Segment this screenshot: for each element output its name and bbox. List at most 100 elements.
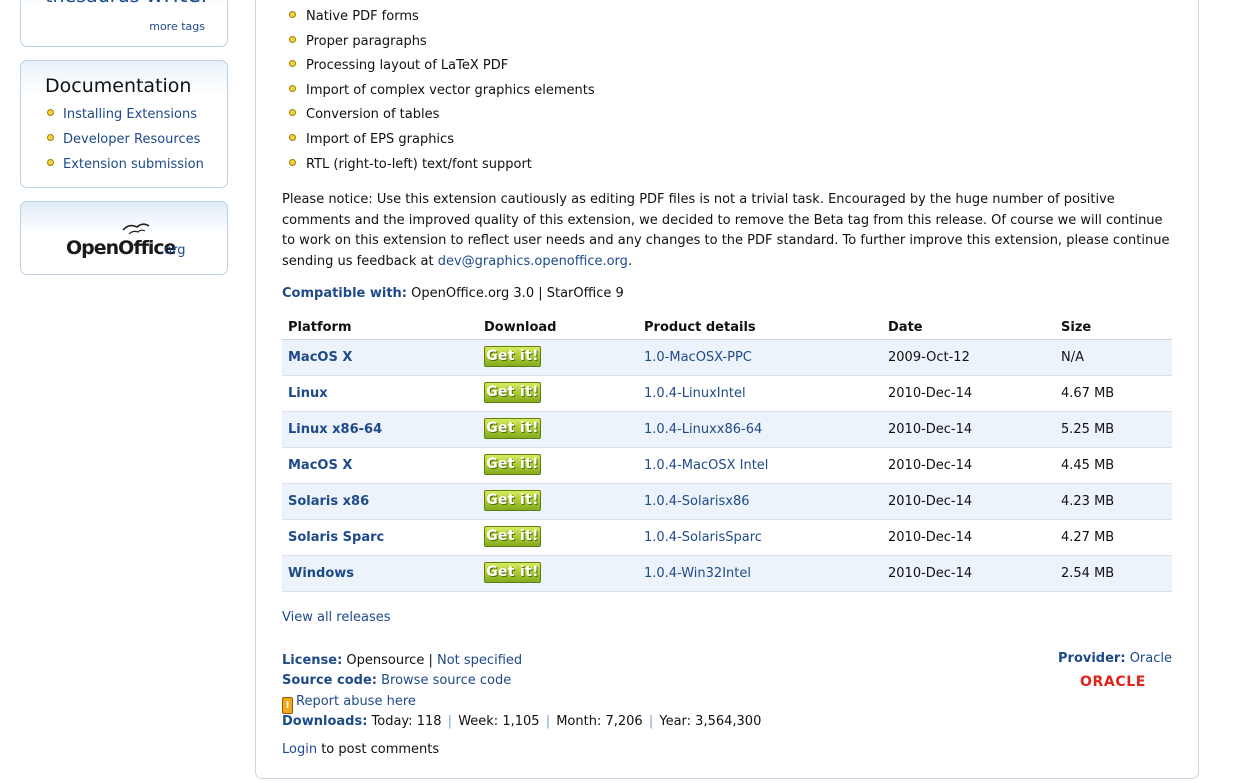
download-cell: Get it!: [478, 411, 638, 448]
get-it-button[interactable]: Get it!: [484, 381, 541, 403]
size-cell: 4.27 MB: [1055, 519, 1172, 556]
size-cell: 4.45 MB: [1055, 447, 1172, 484]
license-row: License: Opensource | Not specified: [282, 651, 761, 671]
developer-resources-link[interactable]: Developer Resources: [63, 132, 200, 147]
download-cell: Get it!: [478, 555, 638, 592]
login-link[interactable]: Login: [282, 742, 317, 757]
openoffice-logo-box[interactable]: OpenOffice .org: [20, 201, 228, 275]
doc-item-developer-resources: Developer Resources: [47, 130, 204, 155]
feature-item: Import of EPS graphics: [289, 130, 595, 155]
product-details-link[interactable]: 1.0.4-Solarisx86: [644, 494, 750, 509]
header-product-details: Product details: [638, 316, 882, 340]
bullet-icon: [289, 133, 296, 141]
download-cell: Get it!: [478, 519, 638, 556]
bullet-icon: [289, 109, 296, 117]
logo-suffix-text: .org: [160, 243, 185, 258]
source-label: Source code:: [282, 673, 377, 689]
platform-cell: MacOS X: [282, 339, 478, 376]
source-row: Source code: Browse source code: [282, 671, 761, 691]
bullet-icon: [289, 11, 296, 18]
date-cell: 2009-Oct-12: [882, 339, 1055, 376]
feature-item: Conversion of tables: [289, 105, 595, 130]
bullet-icon: [289, 35, 296, 43]
get-it-button[interactable]: Get it!: [484, 489, 541, 511]
openoffice-logo[interactable]: OpenOffice .org: [65, 220, 189, 264]
doc-item-extension-submission: Extension submission: [47, 155, 204, 180]
get-it-button[interactable]: Get it!: [484, 525, 541, 547]
compatible-label: Compatible with:: [282, 286, 408, 301]
tag-cloud: thesaurus writer: [45, 0, 210, 8]
feature-text: Proper paragraphs: [306, 33, 427, 49]
table-row: Linux Get it! 1.0.4-LinuxIntel 2010-Dec-…: [282, 375, 1172, 412]
table-row: MacOS X Get it! 1.0.4-MacOSX Intel 2010-…: [282, 447, 1172, 484]
bullet-icon: [47, 109, 54, 116]
notice-text: Please notice: Use this extension cautio…: [282, 192, 1170, 269]
tag-writer[interactable]: writer: [146, 0, 210, 8]
date-cell: 2010-Dec-14: [882, 483, 1055, 520]
product-details-link[interactable]: 1.0.4-Win32Intel: [644, 566, 751, 581]
license-not-specified-link[interactable]: Not specified: [437, 653, 522, 668]
table-row: Windows Get it! 1.0.4-Win32Intel 2010-De…: [282, 555, 1172, 592]
feature-item: Import of complex vector graphics elemen…: [289, 81, 595, 106]
date-cell: 2010-Dec-14: [882, 555, 1055, 592]
provider-oracle-link[interactable]: Oracle: [1130, 651, 1172, 666]
oracle-logo[interactable]: ORACLE: [1080, 674, 1146, 690]
feature-text: Import of EPS graphics: [306, 131, 454, 147]
product-details-link[interactable]: 1.0.4-Linuxx86-64: [644, 422, 762, 437]
abuse-row: ! Report abuse here: [282, 692, 761, 714]
details-cell: 1.0.4-Solarisx86: [638, 483, 882, 520]
extension-meta: License: Opensource | Not specified Sour…: [282, 651, 761, 732]
feature-item: RTL (right-to-left) text/font support: [289, 155, 595, 180]
more-tags-link[interactable]: more tags: [149, 20, 205, 33]
bullet-icon: [289, 84, 296, 92]
browse-source-link[interactable]: Browse source code: [381, 673, 511, 688]
date-cell: 2010-Dec-14: [882, 519, 1055, 556]
details-cell: 1.0-MacOSX-PPC: [638, 339, 882, 376]
documentation-title: Documentation: [45, 75, 192, 97]
login-line: Login to post comments: [282, 742, 439, 757]
notice-paragraph: Please notice: Use this extension cautio…: [282, 190, 1172, 272]
bullet-icon: [47, 159, 54, 166]
compatibility-line: Compatible with: OpenOffice.org 3.0 | St…: [282, 286, 624, 301]
table-row: Solaris x86 Get it! 1.0.4-Solarisx86 201…: [282, 483, 1172, 520]
extension-submission-link[interactable]: Extension submission: [63, 157, 204, 172]
header-platform: Platform: [282, 316, 478, 340]
provider-line: Provider: Oracle: [1058, 651, 1172, 666]
view-all-releases-link[interactable]: View all releases: [282, 610, 390, 625]
login-rest-text: to post comments: [317, 742, 440, 757]
product-details-link[interactable]: 1.0.4-SolarisSparc: [644, 530, 762, 545]
product-details-link[interactable]: 1.0-MacOSX-PPC: [644, 350, 752, 365]
table-row: Solaris Sparc Get it! 1.0.4-SolarisSparc…: [282, 519, 1172, 556]
tag-thesaurus[interactable]: thesaurus: [45, 0, 140, 7]
get-it-button[interactable]: Get it!: [484, 453, 541, 475]
size-cell: 4.23 MB: [1055, 483, 1172, 520]
header-download: Download: [478, 316, 638, 340]
download-cell: Get it!: [478, 375, 638, 412]
feature-text: RTL (right-to-left) text/font support: [306, 156, 532, 172]
downloads-separator: |: [545, 713, 551, 729]
get-it-button[interactable]: Get it!: [484, 561, 541, 583]
feature-text: Native PDF forms: [306, 9, 419, 24]
downloads-year: Year: 3,564,300: [659, 713, 762, 729]
platform-cell: Solaris Sparc: [282, 519, 478, 556]
header-date: Date: [882, 316, 1055, 340]
platform-cell: Linux: [282, 375, 478, 412]
get-it-button[interactable]: Get it!: [484, 345, 541, 367]
feature-item: Processing layout of LaTeX PDF: [289, 56, 595, 81]
feature-text: Processing layout of LaTeX PDF: [306, 58, 509, 74]
doc-item-installing-extensions: Installing Extensions: [47, 105, 204, 130]
get-it-button[interactable]: Get it!: [484, 417, 541, 439]
feature-text: Import of complex vector graphics elemen…: [306, 82, 595, 98]
license-label: License:: [282, 653, 343, 668]
download-table: Platform Download Product details Date S…: [282, 316, 1172, 592]
installing-extensions-link[interactable]: Installing Extensions: [63, 107, 197, 122]
product-details-link[interactable]: 1.0.4-LinuxIntel: [644, 386, 746, 401]
details-cell: 1.0.4-Linuxx86-64: [638, 411, 882, 448]
license-separator: |: [428, 653, 433, 668]
product-details-link[interactable]: 1.0.4-MacOSX Intel: [644, 458, 768, 473]
report-abuse-link[interactable]: Report abuse here: [296, 694, 416, 709]
details-cell: 1.0.4-SolarisSparc: [638, 519, 882, 556]
feedback-email-link[interactable]: dev@graphics.openoffice.org: [438, 254, 628, 269]
documentation-box: Documentation Installing Extensions Deve…: [20, 60, 228, 188]
table-row: MacOS X Get it! 1.0-MacOSX-PPC 2009-Oct-…: [282, 339, 1172, 376]
